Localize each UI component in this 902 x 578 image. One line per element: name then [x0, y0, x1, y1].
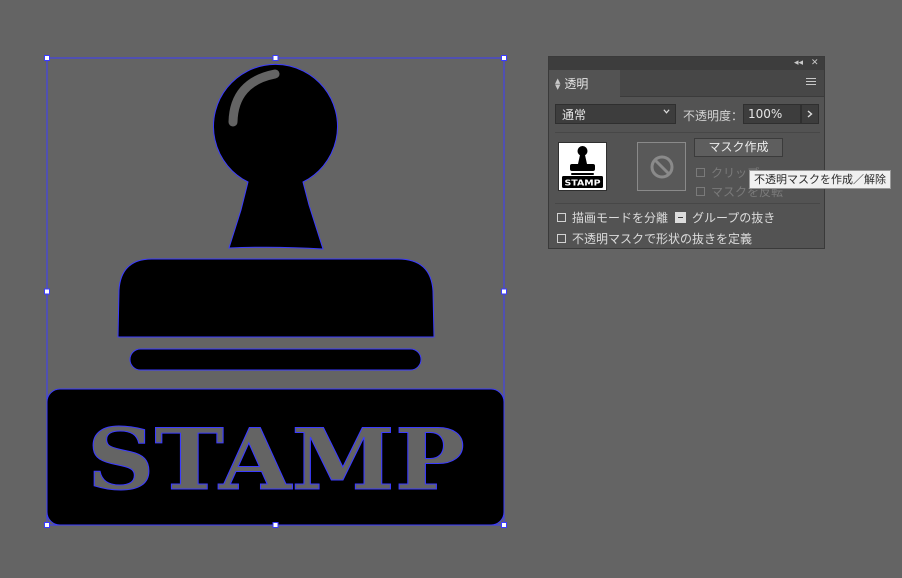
selection-handle[interactable]: [44, 522, 50, 528]
stamp-logo-text: STAMP: [87, 410, 465, 509]
panel-titlebar[interactable]: ◂◂ ✕: [549, 57, 824, 70]
chevron-down-icon: [663, 109, 670, 114]
make-mask-button[interactable]: マスク作成: [694, 138, 783, 157]
hamburger-menu-icon[interactable]: [806, 78, 816, 86]
stamp-handle: [213, 64, 338, 250]
clip-checkbox[interactable]: [696, 168, 705, 177]
selection-handle[interactable]: [501, 522, 507, 528]
chevron-right-icon: [807, 110, 813, 118]
opacity-slider-button[interactable]: [801, 104, 819, 124]
stamp-thumbnail-icon: STAMP: [562, 146, 603, 188]
tab-transparency[interactable]: ▲ ▼ 透明: [549, 70, 620, 97]
selection-handle[interactable]: [272, 55, 279, 61]
blend-mode-value: 通常: [562, 107, 587, 122]
stamp-body: [117, 258, 435, 338]
blend-mode-select[interactable]: 通常: [555, 104, 676, 124]
opacity-mask-knockout-checkbox[interactable]: [557, 234, 566, 243]
divider: [555, 203, 820, 204]
invert-mask-checkbox[interactable]: [696, 187, 705, 196]
opacity-mask-knockout-label: 不透明マスクで形状の抜きを定義: [572, 232, 753, 246]
selection-handle[interactable]: [501, 55, 507, 61]
stamp-bar: [129, 348, 422, 371]
selection-handle[interactable]: [44, 288, 50, 295]
knockout-group-label: グループの抜き: [692, 211, 776, 225]
selection-handle[interactable]: [501, 288, 507, 295]
opacity-mask-knockout-row[interactable]: 不透明マスクで形状の抜きを定義: [557, 230, 752, 247]
close-icon[interactable]: ✕: [811, 57, 819, 70]
stamp-artwork[interactable]: STAMP: [46, 64, 505, 526]
artwork-thumbnail[interactable]: STAMP: [558, 142, 607, 191]
opacity-label: 不透明度：: [683, 109, 744, 123]
opacity-input[interactable]: 100%: [743, 104, 801, 124]
divider: [555, 132, 820, 133]
isolate-blending-label: 描画モードを分離: [572, 211, 669, 225]
isolate-blending-row[interactable]: 描画モードを分離: [557, 209, 668, 226]
selection-handle[interactable]: [44, 55, 50, 61]
isolate-blending-checkbox[interactable]: [557, 213, 566, 222]
knockout-group-row[interactable]: グループの抜き: [675, 209, 775, 226]
make-mask-tooltip: 不透明マスクを作成／解除: [749, 170, 891, 189]
tab-expand-icon[interactable]: ▲ ▼: [555, 77, 560, 90]
panel-tab-row: ▲ ▼ 透明: [549, 70, 824, 97]
knockout-group-checkbox[interactable]: [675, 212, 686, 223]
thumbnail-text: STAMP: [565, 179, 601, 188]
double-chevron-left-icon[interactable]: ◂◂: [794, 57, 803, 70]
selection-handle[interactable]: [272, 522, 279, 528]
tab-label: 透明: [564, 77, 589, 91]
mask-thumbnail[interactable]: [637, 142, 686, 191]
transparency-panel: ◂◂ ✕ ▲ ▼ 透明 通常 不透明度： 100% STAMP マスク作成 クリ…: [548, 56, 825, 249]
no-mask-icon: [650, 155, 673, 178]
